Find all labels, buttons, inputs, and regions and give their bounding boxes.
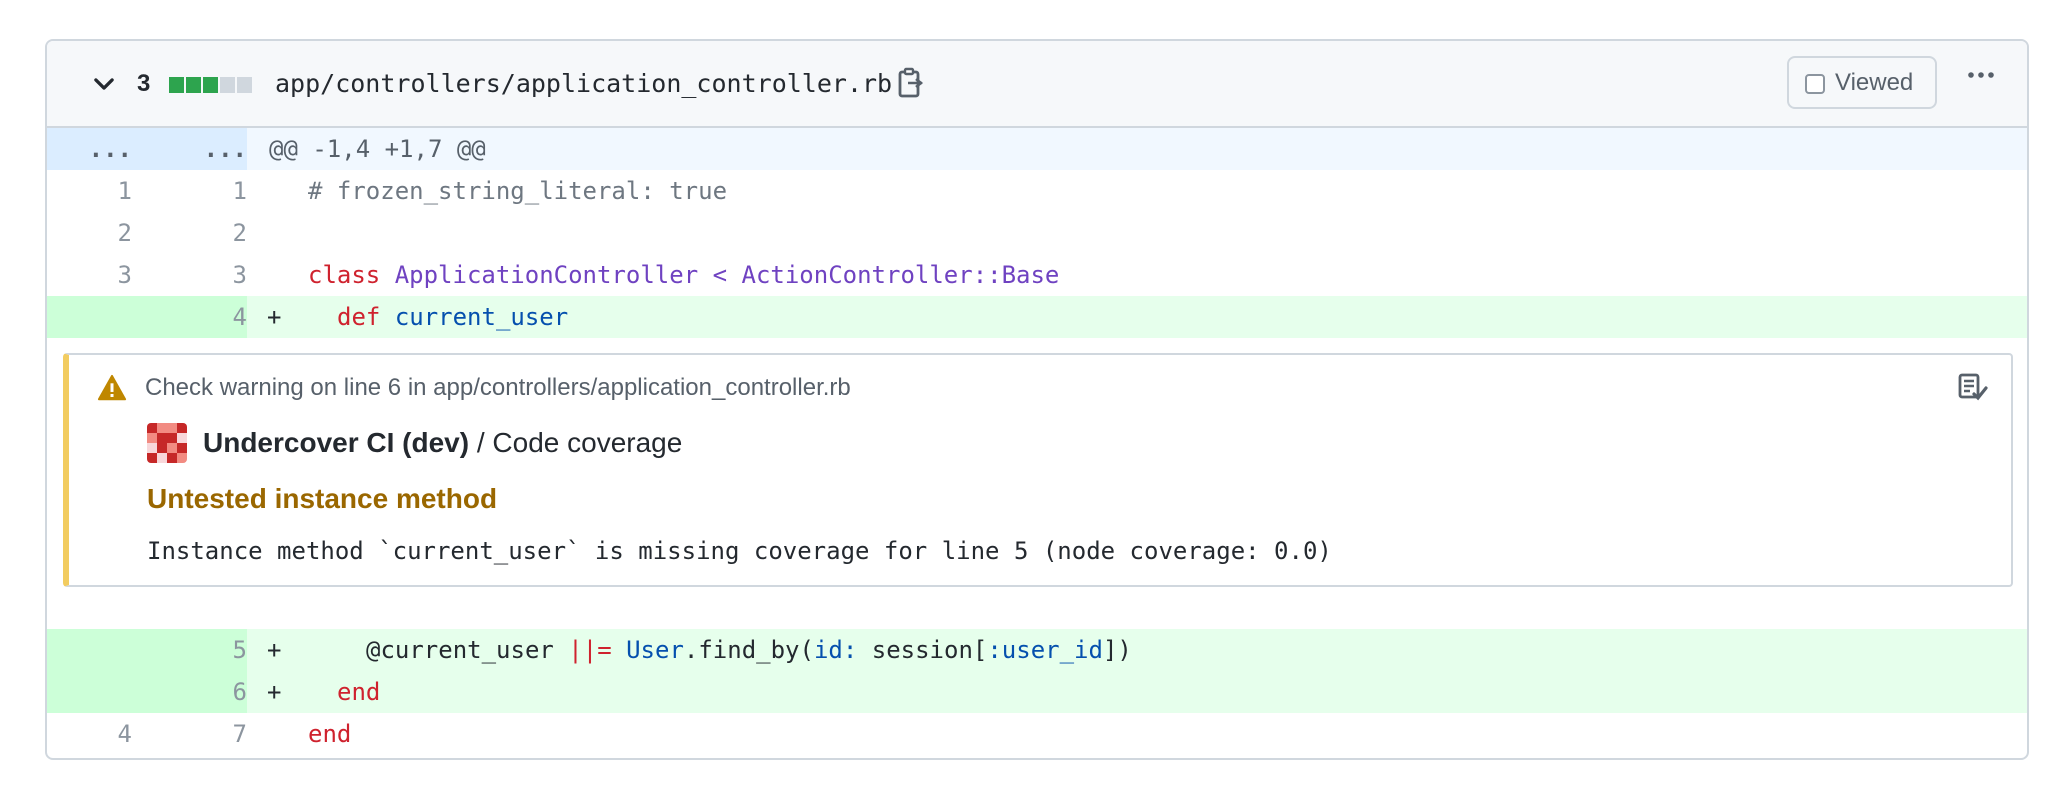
changes-count: 3 xyxy=(137,70,151,97)
viewed-label: Viewed xyxy=(1835,69,1914,96)
code-line: def current_user xyxy=(337,296,568,338)
code-class-name: ApplicationController xyxy=(394,261,699,289)
diff-line: 4 7 end xyxy=(47,713,2027,755)
diff-marker: + xyxy=(267,636,282,664)
app-name-link[interactable]: Undercover CI (dev) xyxy=(203,427,469,458)
new-line-number[interactable]: 7 xyxy=(157,713,247,755)
diff-line-added: 6 + end xyxy=(47,671,2027,713)
diff-line: 1 1 # frozen_string_literal: true xyxy=(47,170,2027,212)
file-path[interactable]: app/controllers/application_controller.r… xyxy=(275,67,892,101)
copy-icon[interactable] xyxy=(894,67,926,99)
old-line-number[interactable]: 4 xyxy=(47,713,132,755)
code-line: end xyxy=(308,713,351,755)
old-line-number[interactable]: 2 xyxy=(47,212,132,254)
code-line: @current_user ||= User.find_by(id: sessi… xyxy=(366,629,1132,671)
alert-icon xyxy=(97,374,127,401)
code-call: .find_by( xyxy=(683,636,814,664)
annotation-heading: Untested instance method xyxy=(147,483,498,514)
code-operator: ||= xyxy=(568,636,612,664)
diffstat-block xyxy=(169,77,184,93)
new-line-number[interactable]: 5 xyxy=(157,629,247,671)
code-symbol: :user_id xyxy=(987,636,1103,664)
code-call: session[ xyxy=(857,636,988,664)
expand-up-button[interactable]: ... xyxy=(47,128,132,170)
diff-line-added: 5 + @current_user ||= User.find_by(id: s… xyxy=(47,629,2027,671)
diff-line: 2 2 xyxy=(47,212,2027,254)
diffstat-block xyxy=(186,77,201,93)
code-ivar: @current_user xyxy=(366,636,554,664)
diffstat-block xyxy=(237,77,252,93)
app-avatar xyxy=(147,423,187,463)
new-line-number[interactable]: 2 xyxy=(157,212,247,254)
check-name: / Code coverage xyxy=(469,427,683,458)
code-method-name: current_user xyxy=(394,303,569,331)
new-line-number[interactable]: 1 xyxy=(157,170,247,212)
new-line-number[interactable]: 6 xyxy=(157,671,247,713)
annotation-row: Check warning on line 6 in app/controlle… xyxy=(47,347,2027,587)
viewed-checkbox[interactable] xyxy=(1805,74,1825,94)
code-comment: # frozen_string_literal: true xyxy=(308,177,728,205)
diffstat-block xyxy=(220,77,235,93)
diffstat xyxy=(169,77,252,93)
code-keyword: end xyxy=(337,678,381,706)
code-key: id: xyxy=(813,636,858,664)
expand-down-button[interactable]: ... xyxy=(157,128,247,170)
new-line-number[interactable]: 4 xyxy=(157,296,247,338)
code-class-name: ActionController::Base xyxy=(741,261,1060,289)
copy-checklist-icon[interactable] xyxy=(1957,371,1989,403)
diff-marker: + xyxy=(267,303,282,331)
old-line-number[interactable]: 3 xyxy=(47,254,132,296)
annotation-message: Instance method `current_user` is missin… xyxy=(147,537,1332,565)
kebab-horizontal-icon[interactable] xyxy=(1965,59,1997,91)
diff-marker: + xyxy=(267,678,282,706)
new-line-number[interactable]: 3 xyxy=(157,254,247,296)
code-call: ]) xyxy=(1102,636,1132,664)
diff-line: 3 3 class ApplicationController < Action… xyxy=(47,254,2027,296)
chevron-down-icon[interactable] xyxy=(91,71,117,97)
diff-file: 3 app/controllers/application_controller… xyxy=(45,39,2029,760)
code-operator: < xyxy=(712,261,728,289)
check-annotation: Check warning on line 6 in app/controlle… xyxy=(63,353,2013,587)
viewed-toggle[interactable]: Viewed xyxy=(1787,56,1937,109)
code-keyword: def xyxy=(337,303,381,331)
check-app-line: Undercover CI (dev) / Code coverage xyxy=(203,425,682,461)
diffstat-block xyxy=(203,77,218,93)
hunk-header-row: ... ... @@ -1,4 +1,7 @@ xyxy=(47,128,2027,170)
code-constant: User xyxy=(626,636,684,664)
old-line-number[interactable]: 1 xyxy=(47,170,132,212)
code-line: class ApplicationController < ActionCont… xyxy=(308,254,1059,296)
diff-line-added: 4 + def current_user xyxy=(47,296,2027,338)
code-line: end xyxy=(337,671,380,713)
code-line: # frozen_string_literal: true xyxy=(308,170,727,212)
annotation-title: Check warning on line 6 in app/controlle… xyxy=(145,374,851,401)
code-keyword: end xyxy=(308,720,352,748)
file-header: 3 app/controllers/application_controller… xyxy=(47,41,2027,128)
code-keyword: class xyxy=(308,261,381,289)
hunk-header: @@ -1,4 +1,7 @@ xyxy=(269,135,486,163)
